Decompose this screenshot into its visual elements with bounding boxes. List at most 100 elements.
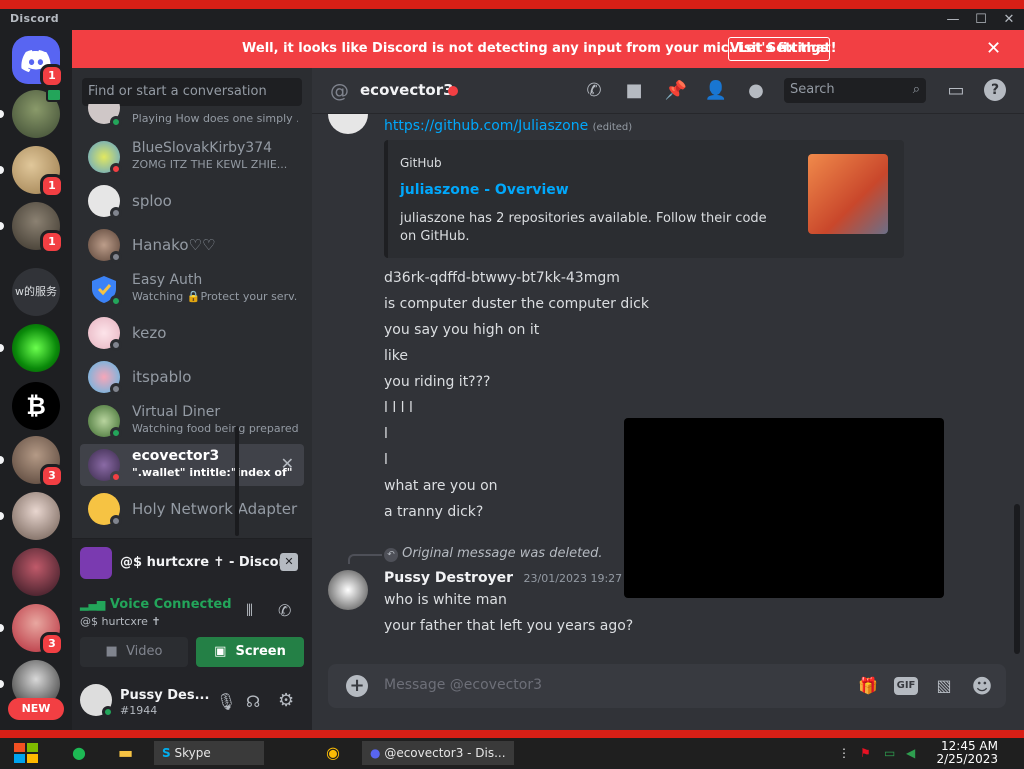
message-list: https://github.com/Juliaszone (edited) G… [312,114,1024,660]
spotify-icon[interactable]: ● [72,741,92,765]
file-explorer-icon[interactable]: ▬ [118,741,138,765]
taskbar-clock[interactable]: 12:45 AM 2/25/2023 [930,740,998,766]
clock-date: 2/25/2023 [936,752,998,766]
voice-call-icon[interactable]: ✆ [582,79,606,103]
volume-icon[interactable]: ◀ [906,741,922,765]
dm-item[interactable]: sploo [80,180,304,222]
embed-thumbnail[interactable] [808,154,888,234]
dm-item[interactable]: itspablo [80,356,304,398]
message-link[interactable]: https://github.com/Juliaszone [384,118,588,134]
discord-icon: ● [370,746,381,760]
server-rail: 1 1 1 w的服务 ₿ 3 3 [0,30,72,730]
bottom-desktop-stripe [0,730,1024,738]
server-icon-3[interactable]: 1 [0,146,64,198]
close-dm-icon[interactable]: ✕ [281,454,294,473]
help-icon[interactable]: ? [984,79,1006,101]
server-icon-5[interactable]: w的服务 [12,268,60,316]
window-close-button[interactable]: ✕ [1000,12,1018,28]
dm-item[interactable]: BlueSlovakKirby374 ZOMG ITZ THE KEWL ZHI… [80,136,304,178]
online-status-icon [110,295,122,307]
show-hidden-icons[interactable]: ⋮ [838,741,850,765]
message-text: your father that left you years ago? [384,618,634,634]
sticker-icon[interactable]: ▧ [932,674,956,698]
video-overlay[interactable] [624,418,944,598]
popout-stream-icon[interactable]: ✕ [280,553,298,571]
chat-recipient-name: ecovector3 [360,81,454,99]
headphones-icon[interactable]: ☊ [246,692,260,711]
microphone-icon[interactable]: 🎙 [216,692,236,711]
user-profile-icon[interactable]: ● [744,79,768,103]
chrome-icon[interactable]: ◉ [326,741,346,765]
stream-thumbnail[interactable] [80,547,112,579]
link-message: https://github.com/Juliaszone (edited) [384,118,632,134]
add-attachment-icon[interactable]: + [346,675,368,697]
flag-icon[interactable]: ⚑ [860,741,876,765]
message-input-placeholder[interactable]: Message @ecovector3 [384,677,542,693]
pinned-messages-icon[interactable]: 📌 [664,79,688,103]
discord-taskbar-button[interactable]: ● @ecovector3 - Dis... [362,741,514,765]
skype-label: Skype [174,746,211,760]
disconnect-icon[interactable]: ✆ [278,601,291,620]
message-composer: + Message @ecovector3 🎁 GIF ▧ ☻ [312,660,1024,730]
dm-scrollbar[interactable] [235,426,239,536]
dm-item[interactable]: Easy Auth Watching 🔒Protect your serv... [80,268,304,310]
link-embed: GitHub juliaszone - Overview juliaszone … [384,140,904,258]
dm-item[interactable]: Playing How does one simply ... [80,104,304,132]
windows-start-icon[interactable] [10,741,42,765]
message-text: like [384,348,409,364]
new-unreads-badge[interactable]: NEW [8,698,64,720]
reply-connector [348,554,382,564]
dm-item[interactable]: kezo [80,312,304,354]
voice-connected-label: ▂▄▆ Voice Connected [80,597,232,612]
video-call-icon[interactable]: ■ [622,79,646,103]
message-input-box[interactable]: + Message @ecovector3 🎁 GIF ▧ ☻ [328,664,1006,708]
visit-settings-button[interactable]: Visit Settings [728,37,830,61]
server-icon-11[interactable]: 3 [0,604,64,656]
dm-search-input[interactable]: Find or start a conversation [82,78,302,106]
dm-name: Easy Auth [132,272,203,288]
server-icon-6[interactable] [0,324,60,372]
bitcoin-server-icon[interactable]: ₿ [12,382,60,430]
dm-item-active[interactable]: ecovector3 ".wallet" intitle:"index of" … [80,444,304,486]
maximize-button[interactable]: ☐ [972,12,990,28]
embed-title[interactable]: juliaszone - Overview [400,182,569,198]
server-icon-2[interactable] [0,88,62,138]
server-icon-10[interactable] [12,548,60,596]
chat-scrollbar[interactable] [1014,504,1020,654]
minimize-button[interactable]: — [944,12,962,28]
skype-icon: S [162,746,171,760]
message-text: you riding it??? [384,374,491,390]
gif-icon[interactable]: GIF [894,677,918,695]
server-icon-8[interactable]: 3 [0,436,64,488]
user-tag: #1944 [120,704,158,717]
user-name: Pussy Des... [120,688,210,703]
gift-icon[interactable]: 🎁 [856,674,880,698]
network-icon[interactable]: ▭ [884,741,900,765]
dm-item[interactable]: Holy Network Adapter [80,488,304,530]
video-button[interactable]: ■ Video [80,637,188,667]
dm-activity: Watching 🔒Protect your serv... [132,290,298,303]
message-author[interactable]: Pussy Destroyer [384,570,513,586]
message-timestamp: 23/01/2023 19:27 [523,572,623,585]
settings-gear-icon[interactable]: ⚙ [278,690,294,711]
author-avatar[interactable] [328,570,368,610]
banner-close-icon[interactable]: ✕ [986,38,1001,59]
chat-search-input[interactable]: Search ⌕ [784,78,926,103]
dm-item[interactable]: Hanako♡♡ [80,224,304,266]
online-status-icon [102,706,114,718]
emoji-icon[interactable]: ☻ [970,674,994,698]
server-icon-4[interactable]: 1 [0,202,64,254]
dm-item[interactable]: Virtual Diner Watching food being prepar… [80,400,304,442]
message-text: l [384,426,388,442]
skype-taskbar-button[interactable]: S Skype [154,741,264,765]
add-friend-icon[interactable]: 👤 [704,79,728,103]
embed-description: juliaszone has 2 repositories available.… [400,211,767,244]
server-icon-9[interactable] [0,492,60,540]
inbox-icon[interactable]: ▭ [944,79,968,103]
edited-marker: (edited) [592,122,633,133]
home-dm-button[interactable]: 1 [12,36,64,88]
top-desktop-stripe [0,0,1024,9]
stream-indicator-icon [46,88,62,102]
noise-suppression-icon[interactable]: ⦀ [246,601,253,621]
screen-share-button[interactable]: ▣ Screen [196,637,304,667]
